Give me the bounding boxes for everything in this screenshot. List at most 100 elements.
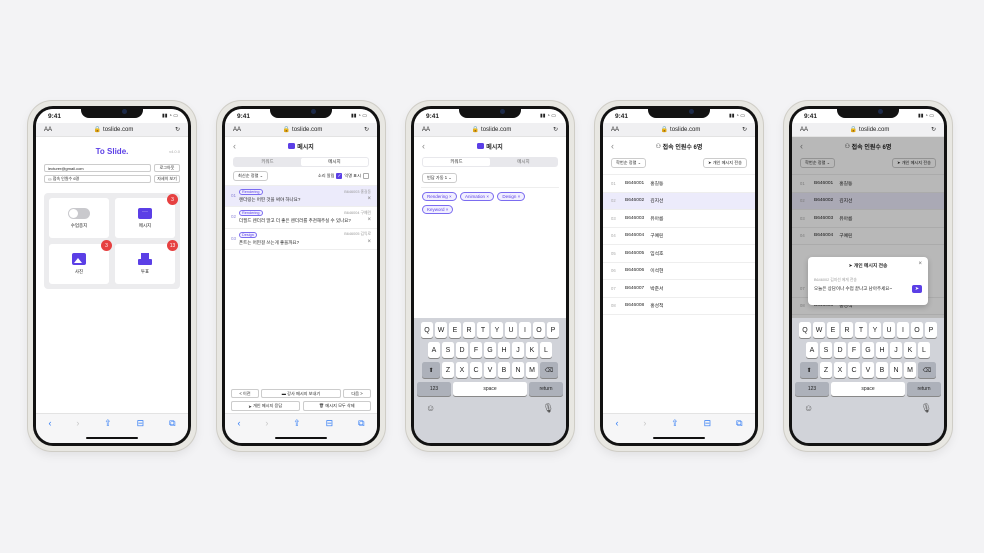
- key[interactable]: T: [477, 322, 489, 338]
- reload-icon[interactable]: ↻: [175, 126, 180, 133]
- message-item[interactable]: 02 Rendering B646004 구예린 더필드 렌더러 말고 더 좋은 렌더…: [225, 206, 377, 227]
- share-icon[interactable]: ⇪: [671, 418, 679, 443]
- tab-keyword[interactable]: 키워드: [423, 158, 490, 166]
- key[interactable]: A: [428, 342, 440, 358]
- prev-button[interactable]: < 이전: [231, 389, 259, 398]
- tab-message[interactable]: 메시지: [490, 158, 557, 166]
- space-key[interactable]: space: [453, 382, 527, 396]
- back-icon[interactable]: ‹: [237, 418, 240, 443]
- toggle-icon[interactable]: [68, 207, 90, 219]
- key[interactable]: W: [435, 322, 447, 338]
- key[interactable]: U: [505, 322, 517, 338]
- key[interactable]: F: [470, 342, 482, 358]
- url-text[interactable]: toslide.com: [103, 127, 133, 133]
- forward-icon[interactable]: ›: [643, 418, 646, 443]
- key[interactable]: S: [442, 342, 454, 358]
- key[interactable]: L: [918, 342, 930, 358]
- key[interactable]: M: [904, 362, 916, 378]
- mic-icon[interactable]: 🎙: [543, 403, 554, 414]
- key[interactable]: K: [904, 342, 916, 358]
- student-row[interactable]: 08 B646008 홍성적: [603, 298, 755, 315]
- keyword-tag[interactable]: Animation ×: [460, 192, 494, 201]
- key[interactable]: O: [533, 322, 545, 338]
- back-icon[interactable]: ‹: [615, 418, 618, 443]
- key[interactable]: W: [813, 322, 825, 338]
- student-row[interactable]: 06 B646006 이석현: [603, 263, 755, 280]
- key[interactable]: P: [925, 322, 937, 338]
- key[interactable]: V: [862, 362, 874, 378]
- aa-button[interactable]: AA: [44, 127, 52, 133]
- student-row[interactable]: 05 B646005 임석호: [603, 245, 755, 263]
- sound-checkbox[interactable]: ✓: [336, 173, 343, 179]
- message-item[interactable]: 03 Design B646005 김익로 폰트는 어떤걸 쓰는게 좋을까요? ×: [225, 227, 377, 250]
- key[interactable]: T: [855, 322, 867, 338]
- details-button[interactable]: 자세히 보기: [154, 175, 180, 183]
- key[interactable]: U: [883, 322, 895, 338]
- key[interactable]: N: [512, 362, 524, 378]
- aa-button[interactable]: AA: [233, 127, 241, 133]
- logout-button[interactable]: 로그아웃: [154, 164, 180, 172]
- key[interactable]: X: [456, 362, 468, 378]
- delete-key-icon[interactable]: ⌫: [540, 362, 558, 378]
- bookmarks-icon[interactable]: ⊟: [326, 418, 334, 443]
- key[interactable]: J: [890, 342, 902, 358]
- tabs-icon[interactable]: ⧉: [358, 418, 364, 443]
- key[interactable]: G: [862, 342, 874, 358]
- close-icon[interactable]: ×: [367, 217, 371, 223]
- reload-icon[interactable]: ↻: [742, 126, 747, 133]
- reload-icon[interactable]: ↻: [553, 126, 558, 133]
- key[interactable]: O: [911, 322, 923, 338]
- url-bar[interactable]: AA 🔒 toslide.com ↻: [414, 123, 566, 137]
- key[interactable]: K: [526, 342, 538, 358]
- url-text[interactable]: toslide.com: [292, 127, 322, 133]
- key[interactable]: E: [449, 322, 461, 338]
- keyword-tag[interactable]: Design ×: [497, 192, 526, 201]
- return-key[interactable]: return: [907, 382, 941, 396]
- card-class-stop[interactable]: 수업종지: [49, 198, 109, 238]
- back-chevron-icon[interactable]: ‹: [233, 141, 236, 151]
- card-vote[interactable]: 13 투표: [115, 240, 178, 284]
- url-text[interactable]: toslide.com: [670, 127, 700, 133]
- tabs-icon[interactable]: ⧉: [736, 418, 742, 443]
- delete-key-icon[interactable]: ⌫: [918, 362, 936, 378]
- shift-key-icon[interactable]: ⬆: [800, 362, 818, 378]
- key[interactable]: A: [806, 342, 818, 358]
- shift-key-icon[interactable]: ⬆: [422, 362, 440, 378]
- back-chevron-icon[interactable]: ‹: [611, 141, 614, 151]
- student-row[interactable]: 03 B646003 유아름: [603, 210, 755, 228]
- student-row[interactable]: 07 B646007 박준서: [603, 280, 755, 298]
- back-chevron-icon[interactable]: ‹: [422, 141, 425, 151]
- url-bar[interactable]: AA 🔒 toslide.com ↻: [603, 123, 755, 137]
- url-text[interactable]: toslide.com: [859, 127, 889, 133]
- key[interactable]: I: [897, 322, 909, 338]
- filter-select[interactable]: 빈담 가동 1 ⌄: [422, 173, 457, 183]
- key[interactable]: Z: [442, 362, 454, 378]
- anon-checkbox[interactable]: [363, 173, 369, 179]
- reload-icon[interactable]: ↻: [364, 126, 369, 133]
- key[interactable]: H: [876, 342, 888, 358]
- close-icon[interactable]: ×: [367, 239, 371, 245]
- url-bar[interactable]: AA 🔒 toslide.com ↻: [225, 123, 377, 137]
- key[interactable]: G: [484, 342, 496, 358]
- delete-all-button[interactable]: 🗑 메시지 모두 삭제: [302, 401, 371, 411]
- message-input[interactable]: 오늘은 상담이나 수업 끝나고 남아주세요~: [814, 286, 892, 292]
- tabs-icon[interactable]: ⧉: [169, 418, 175, 443]
- key[interactable]: L: [540, 342, 552, 358]
- bookmarks-icon[interactable]: ⊟: [137, 418, 145, 443]
- key[interactable]: P: [547, 322, 559, 338]
- emoji-icon[interactable]: ☺: [426, 403, 435, 414]
- teacher-message-button[interactable]: ▬ 강사 메시지 보내기: [261, 389, 341, 398]
- numbers-key[interactable]: 123: [795, 382, 829, 396]
- send-button[interactable]: ➤: [912, 285, 922, 293]
- tab-message[interactable]: 메시지: [301, 158, 368, 166]
- key[interactable]: B: [876, 362, 888, 378]
- close-icon[interactable]: ×: [367, 196, 371, 202]
- student-row[interactable]: 04 B646004 구예린: [603, 228, 755, 245]
- keyword-tag[interactable]: Rendering ×: [422, 192, 457, 201]
- key[interactable]: Y: [491, 322, 503, 338]
- aa-button[interactable]: AA: [422, 127, 430, 133]
- message-item[interactable]: 01 Rendering B646003 홍길동 렌더링는 어떤 것을 써야 하나요?…: [225, 185, 377, 207]
- key[interactable]: C: [470, 362, 482, 378]
- key[interactable]: E: [827, 322, 839, 338]
- back-icon[interactable]: ‹: [48, 418, 51, 443]
